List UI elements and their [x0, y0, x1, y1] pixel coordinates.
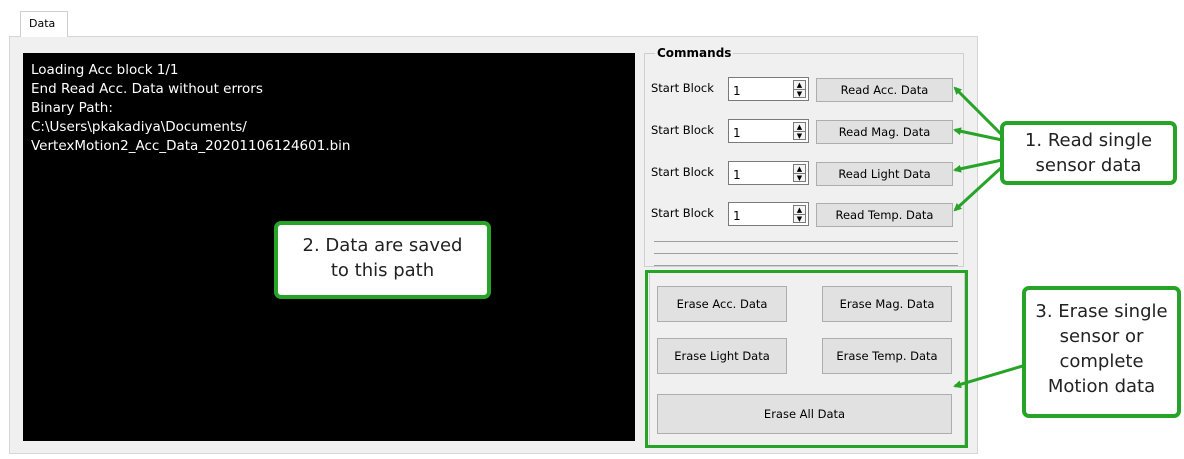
- callout-erase-line: 3. Erase single: [1035, 301, 1168, 322]
- callout-path: 2. Data are saved to this path: [274, 221, 491, 299]
- annotation-arrows: [953, 86, 1027, 389]
- callout-erase-line: complete: [1059, 351, 1144, 372]
- callout-erase-line: sensor or: [1059, 326, 1144, 347]
- callout-read-line: sensor data: [1035, 155, 1142, 176]
- tab-data[interactable]: Data: [20, 11, 68, 37]
- callout-path-line: 2. Data are saved: [302, 235, 463, 256]
- arrow-to-read-light: [953, 158, 1003, 173]
- callout-erase: 3. Erase single sensor or complete Motio…: [1022, 286, 1181, 418]
- callout-read-line: 1. Read single: [1024, 130, 1153, 151]
- callout-erase-line: Motion data: [1047, 376, 1156, 397]
- callout-read: 1. Read single sensor data: [1000, 121, 1177, 185]
- arrow-to-read-acc: [953, 86, 1004, 137]
- arrow-to-read-temp: [953, 165, 1004, 212]
- arrow-to-read-mag: [953, 127, 1003, 142]
- callout-path-line: to this path: [330, 260, 435, 281]
- arrow-to-erase-group: [953, 363, 1027, 389]
